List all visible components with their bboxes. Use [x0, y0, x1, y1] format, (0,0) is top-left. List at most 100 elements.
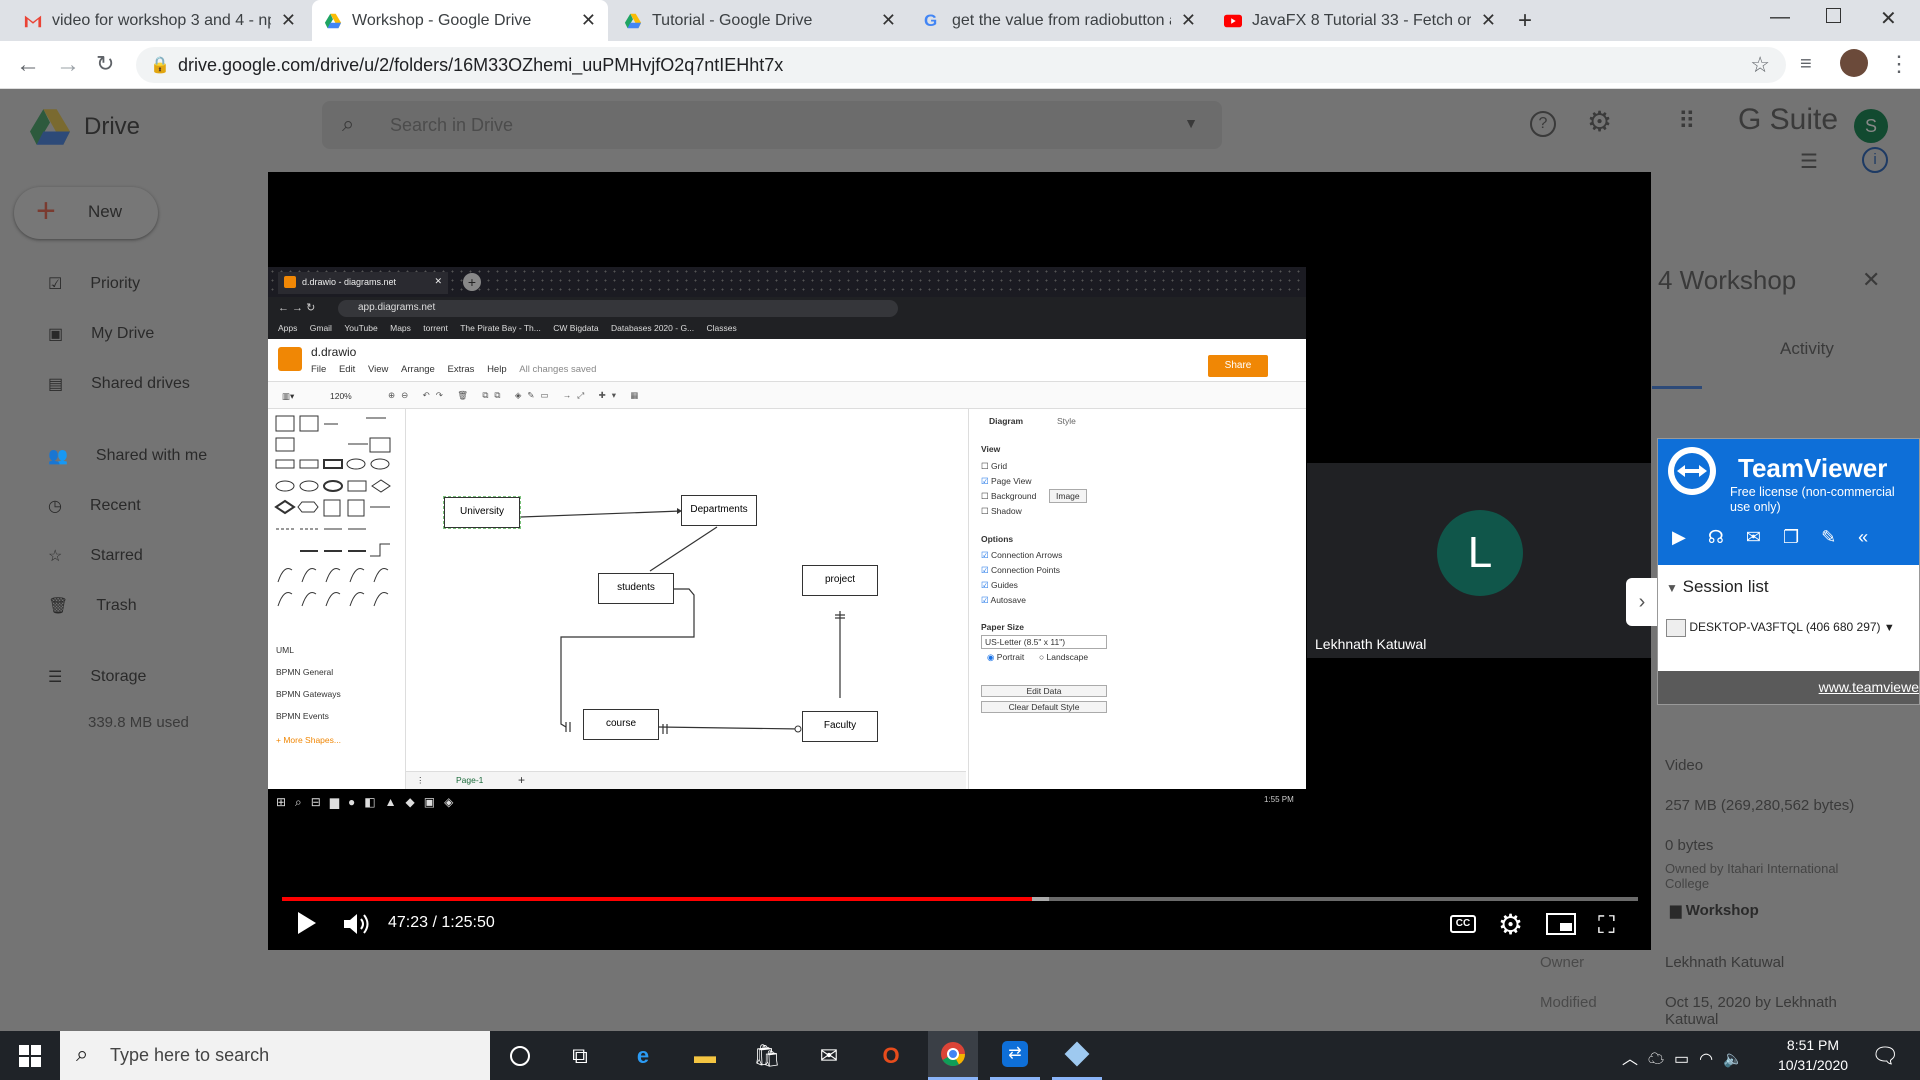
- fullscreen-icon[interactable]: ⛶: [1598, 912, 1615, 940]
- captions-icon[interactable]: CC: [1450, 915, 1476, 933]
- detail-location[interactable]: ▆ Workshop: [1670, 901, 1759, 919]
- sidebar-item-recent[interactable]: ◷ Recent: [48, 496, 141, 516]
- video-time: 47:23 / 1:25:50: [388, 914, 495, 931]
- sidebar-item-my-drive[interactable]: ▣ My Drive: [48, 324, 154, 344]
- detail-storage: 0 bytes: [1665, 837, 1714, 854]
- chevron-up-icon: ︿: [1622, 1051, 1649, 1068]
- close-icon[interactable]: ✕: [1181, 10, 1196, 31]
- sidebar-item-starred[interactable]: ☆ Starred: [48, 546, 143, 566]
- close-icon[interactable]: ✕: [581, 10, 596, 31]
- drive-icon: [624, 13, 642, 28]
- new-button[interactable]: + New: [14, 187, 158, 239]
- details-tab-indicator: [1652, 386, 1702, 389]
- list-view-icon[interactable]: ☰: [1800, 149, 1818, 174]
- sidebar-item-shared-drives[interactable]: ▤ Shared drives: [48, 374, 190, 394]
- drive-search-bar[interactable]: ⌕ Search in Drive ▼: [322, 101, 1222, 149]
- forward-icon[interactable]: →: [56, 51, 80, 79]
- back-icon[interactable]: ←: [16, 51, 40, 79]
- option-label: Landscape: [1046, 652, 1089, 662]
- drawio-menubar: File Edit View Arrange Extras Help All c…: [311, 364, 606, 375]
- mail-icon[interactable]: ✉: [804, 1031, 854, 1080]
- shared-screen: d.drawio - diagrams.net ✕ + ← → ↻ app.di…: [268, 267, 1306, 829]
- inner-address-bar: ← → ↻ app.diagrams.net: [268, 297, 1306, 320]
- option-grid: ☐ Grid: [981, 461, 1007, 472]
- edge-icon[interactable]: e: [618, 1031, 668, 1080]
- system-tray-icons[interactable]: ︿☁▭◠🔈: [1622, 1045, 1753, 1069]
- minimize-icon[interactable]: —: [1770, 6, 1790, 29]
- close-details-icon[interactable]: ✕: [1862, 267, 1880, 293]
- tab-activity[interactable]: Activity: [1780, 339, 1834, 359]
- help-icon[interactable]: ?: [1530, 111, 1556, 137]
- triangle-down-icon: ▼: [1666, 581, 1678, 595]
- participant-avatar: L: [1437, 510, 1523, 596]
- miniplayer-icon[interactable]: [1546, 913, 1576, 935]
- taskbar-search[interactable]: ⌕ Type here to search: [60, 1031, 490, 1080]
- option-shadow: ☐ Shadow: [981, 506, 1022, 517]
- sidebar-item-trash[interactable]: 🗑 Trash: [48, 596, 137, 616]
- browser-tab-workshop[interactable]: Workshop - Google Drive ✕: [312, 0, 608, 41]
- settings-icon[interactable]: ⚙: [1587, 105, 1612, 138]
- cortana-icon[interactable]: [495, 1031, 545, 1080]
- windows-start-icon[interactable]: [5, 1031, 55, 1080]
- library-uml: UML: [276, 645, 294, 655]
- chat-icon[interactable]: ✉: [1746, 527, 1783, 547]
- browser-tab-google[interactable]: G get the value from radiobutton a ✕: [912, 0, 1208, 41]
- bookmark: The Pirate Bay - Th...: [460, 323, 541, 333]
- session-list-header[interactable]: ▼ Session list: [1666, 577, 1769, 597]
- url-bar[interactable]: 🔒 drive.google.com/drive/u/2/folders/16M…: [136, 47, 1786, 83]
- new-tab-icon[interactable]: +: [1518, 7, 1532, 35]
- sidebar-item-shared-with-me[interactable]: 👥 Shared with me: [48, 446, 207, 466]
- maximize-icon[interactable]: [1826, 8, 1841, 23]
- drawio-icon: [284, 276, 296, 288]
- search-options-icon[interactable]: ▼: [1184, 115, 1198, 131]
- session-item[interactable]: DESKTOP-VA3FTQL (406 680 297) ▼: [1666, 619, 1916, 637]
- reload-icon[interactable]: ↻: [96, 51, 114, 77]
- video-call-icon[interactable]: ▶: [1672, 527, 1708, 547]
- files-icon[interactable]: ❐: [1783, 527, 1821, 547]
- sidebar-item-storage[interactable]: ☰ Storage: [48, 667, 146, 687]
- inner-tab: d.drawio - diagrams.net ✕: [278, 272, 448, 294]
- bookmark: CW Bigdata: [553, 323, 599, 333]
- window-close-icon[interactable]: ✕: [1880, 6, 1897, 31]
- whiteboard-icon[interactable]: ✎: [1821, 527, 1858, 547]
- sidebar-item-priority[interactable]: ☑ Priority: [48, 274, 140, 294]
- info-icon[interactable]: i: [1862, 147, 1888, 173]
- collapse-icon[interactable]: «: [1858, 527, 1890, 547]
- file-explorer-icon[interactable]: ▬: [680, 1031, 730, 1080]
- chrome-icon[interactable]: [928, 1031, 978, 1080]
- office-icon[interactable]: O: [866, 1031, 916, 1080]
- teamviewer-link[interactable]: www.teamviewe: [1819, 679, 1919, 695]
- apps-grid-icon[interactable]: ⠿: [1678, 107, 1696, 136]
- checkbox-icon: ☐: [981, 506, 989, 516]
- account-avatar[interactable]: S: [1854, 109, 1888, 143]
- app-cube-icon[interactable]: [1052, 1031, 1102, 1080]
- star-icon[interactable]: ☆: [1750, 52, 1770, 78]
- task-view-icon[interactable]: ⧉: [555, 1031, 605, 1080]
- node-students: students: [598, 573, 674, 604]
- browser-tab-youtube[interactable]: JavaFX 8 Tutorial 33 - Fetch or G ✕: [1212, 0, 1508, 41]
- teamviewer-expand-tab[interactable]: ›: [1626, 578, 1658, 626]
- video-player[interactable]: L Lekhnath Katuwal d.drawio - diagrams.n…: [268, 172, 1651, 950]
- drive-icon: [324, 13, 342, 28]
- close-icon[interactable]: ✕: [281, 10, 296, 31]
- sidebar-item-label: Storage: [90, 668, 147, 685]
- menu-icon[interactable]: ⋮: [1888, 51, 1910, 77]
- settings-icon[interactable]: ⚙: [1498, 908, 1523, 941]
- media-icon[interactable]: ≡: [1800, 53, 1812, 76]
- taskbar-clock[interactable]: 8:51 PM 10/31/2020: [1772, 1035, 1854, 1075]
- volume-icon[interactable]: [342, 912, 372, 941]
- teamviewer-taskbar-icon[interactable]: ⇄: [990, 1031, 1040, 1080]
- close-icon[interactable]: ✕: [881, 10, 896, 31]
- image-button: Image: [1049, 489, 1087, 503]
- dropdown-icon[interactable]: ▼: [1884, 622, 1895, 634]
- headset-icon[interactable]: ☊: [1708, 527, 1746, 547]
- browser-tab-gmail[interactable]: video for workshop 3 and 4 - np ✕: [12, 0, 308, 41]
- close-icon[interactable]: ✕: [1481, 10, 1496, 31]
- play-icon[interactable]: [296, 910, 318, 941]
- profile-avatar[interactable]: [1840, 49, 1868, 77]
- video-progress-track[interactable]: [282, 897, 1638, 901]
- store-icon[interactable]: 🛍: [742, 1031, 792, 1080]
- new-button-label: New: [88, 202, 123, 221]
- notifications-icon[interactable]: 🗨: [1860, 1031, 1910, 1080]
- browser-tab-tutorial[interactable]: Tutorial - Google Drive ✕: [612, 0, 908, 41]
